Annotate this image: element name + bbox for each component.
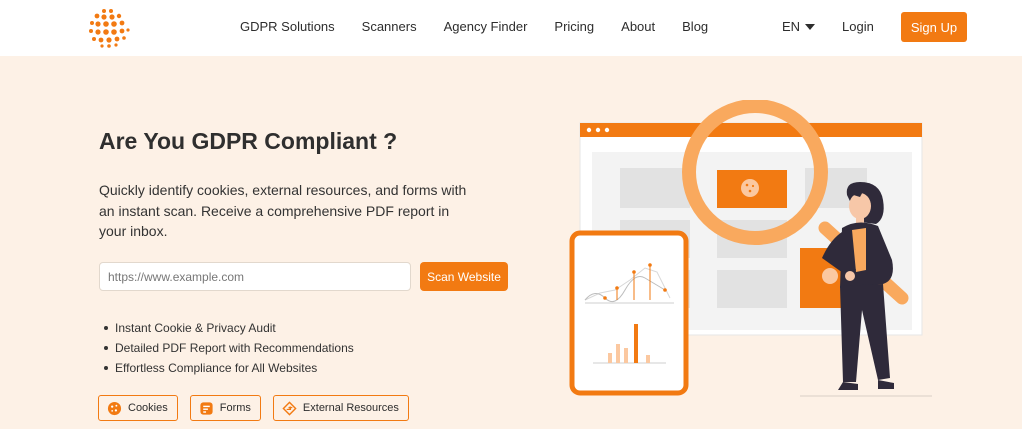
login-link[interactable]: Login [842,19,874,34]
nav-scanners[interactable]: Scanners [362,19,417,34]
chip-external-resources[interactable]: External Resources [272,395,409,421]
form-icon [200,401,213,415]
nav-agency-finder[interactable]: Agency Finder [444,19,528,34]
hero-illustration [569,100,932,397]
language-label: EN [782,19,801,34]
caret-down-icon [805,23,816,30]
scan-category-chips: Cookies Forms External Resources [98,395,409,421]
nav-blog[interactable]: Blog [682,19,708,34]
feature-item: Detailed PDF Report with Recommendations [104,338,354,358]
feature-list: Instant Cookie & Privacy Audit Detailed … [104,318,354,378]
logo-icon[interactable] [88,8,130,48]
signup-button[interactable]: Sign Up [901,12,967,42]
chip-cookies[interactable]: Cookies [98,395,178,421]
feature-text: Effortless Compliance for All Websites [115,360,318,375]
bullet-icon [104,366,108,370]
feature-item: Instant Cookie & Privacy Audit [104,318,354,338]
bullet-icon [104,346,108,350]
hero-description: Quickly identify cookies, external resou… [99,182,467,239]
website-url-input[interactable] [99,262,411,291]
chip-forms[interactable]: Forms [189,395,261,421]
report-card-illustration [569,230,689,396]
chip-label: Cookies [128,402,168,414]
language-selector[interactable]: EN [782,19,816,34]
main-nav: GDPR Solutions Scanners Agency Finder Pr… [240,19,708,34]
chip-label: Forms [219,402,251,414]
nav-gdpr-solutions[interactable]: GDPR Solutions [240,19,335,34]
bullet-icon [104,326,108,330]
scan-website-button[interactable]: Scan Website [420,262,508,291]
nav-pricing[interactable]: Pricing [554,19,594,34]
nav-about[interactable]: About [621,19,655,34]
feature-text: Detailed PDF Report with Recommendations [115,340,354,355]
cookie-icon [107,401,122,415]
page-title: Are You GDPR Compliant ? [99,128,398,154]
feature-item: Effortless Compliance for All Websites [104,358,354,378]
external-resources-icon [282,400,297,416]
site-header: GDPR Solutions Scanners Agency Finder Pr… [0,0,1022,56]
feature-text: Instant Cookie & Privacy Audit [115,320,276,335]
chip-label: External Resources [302,402,399,414]
